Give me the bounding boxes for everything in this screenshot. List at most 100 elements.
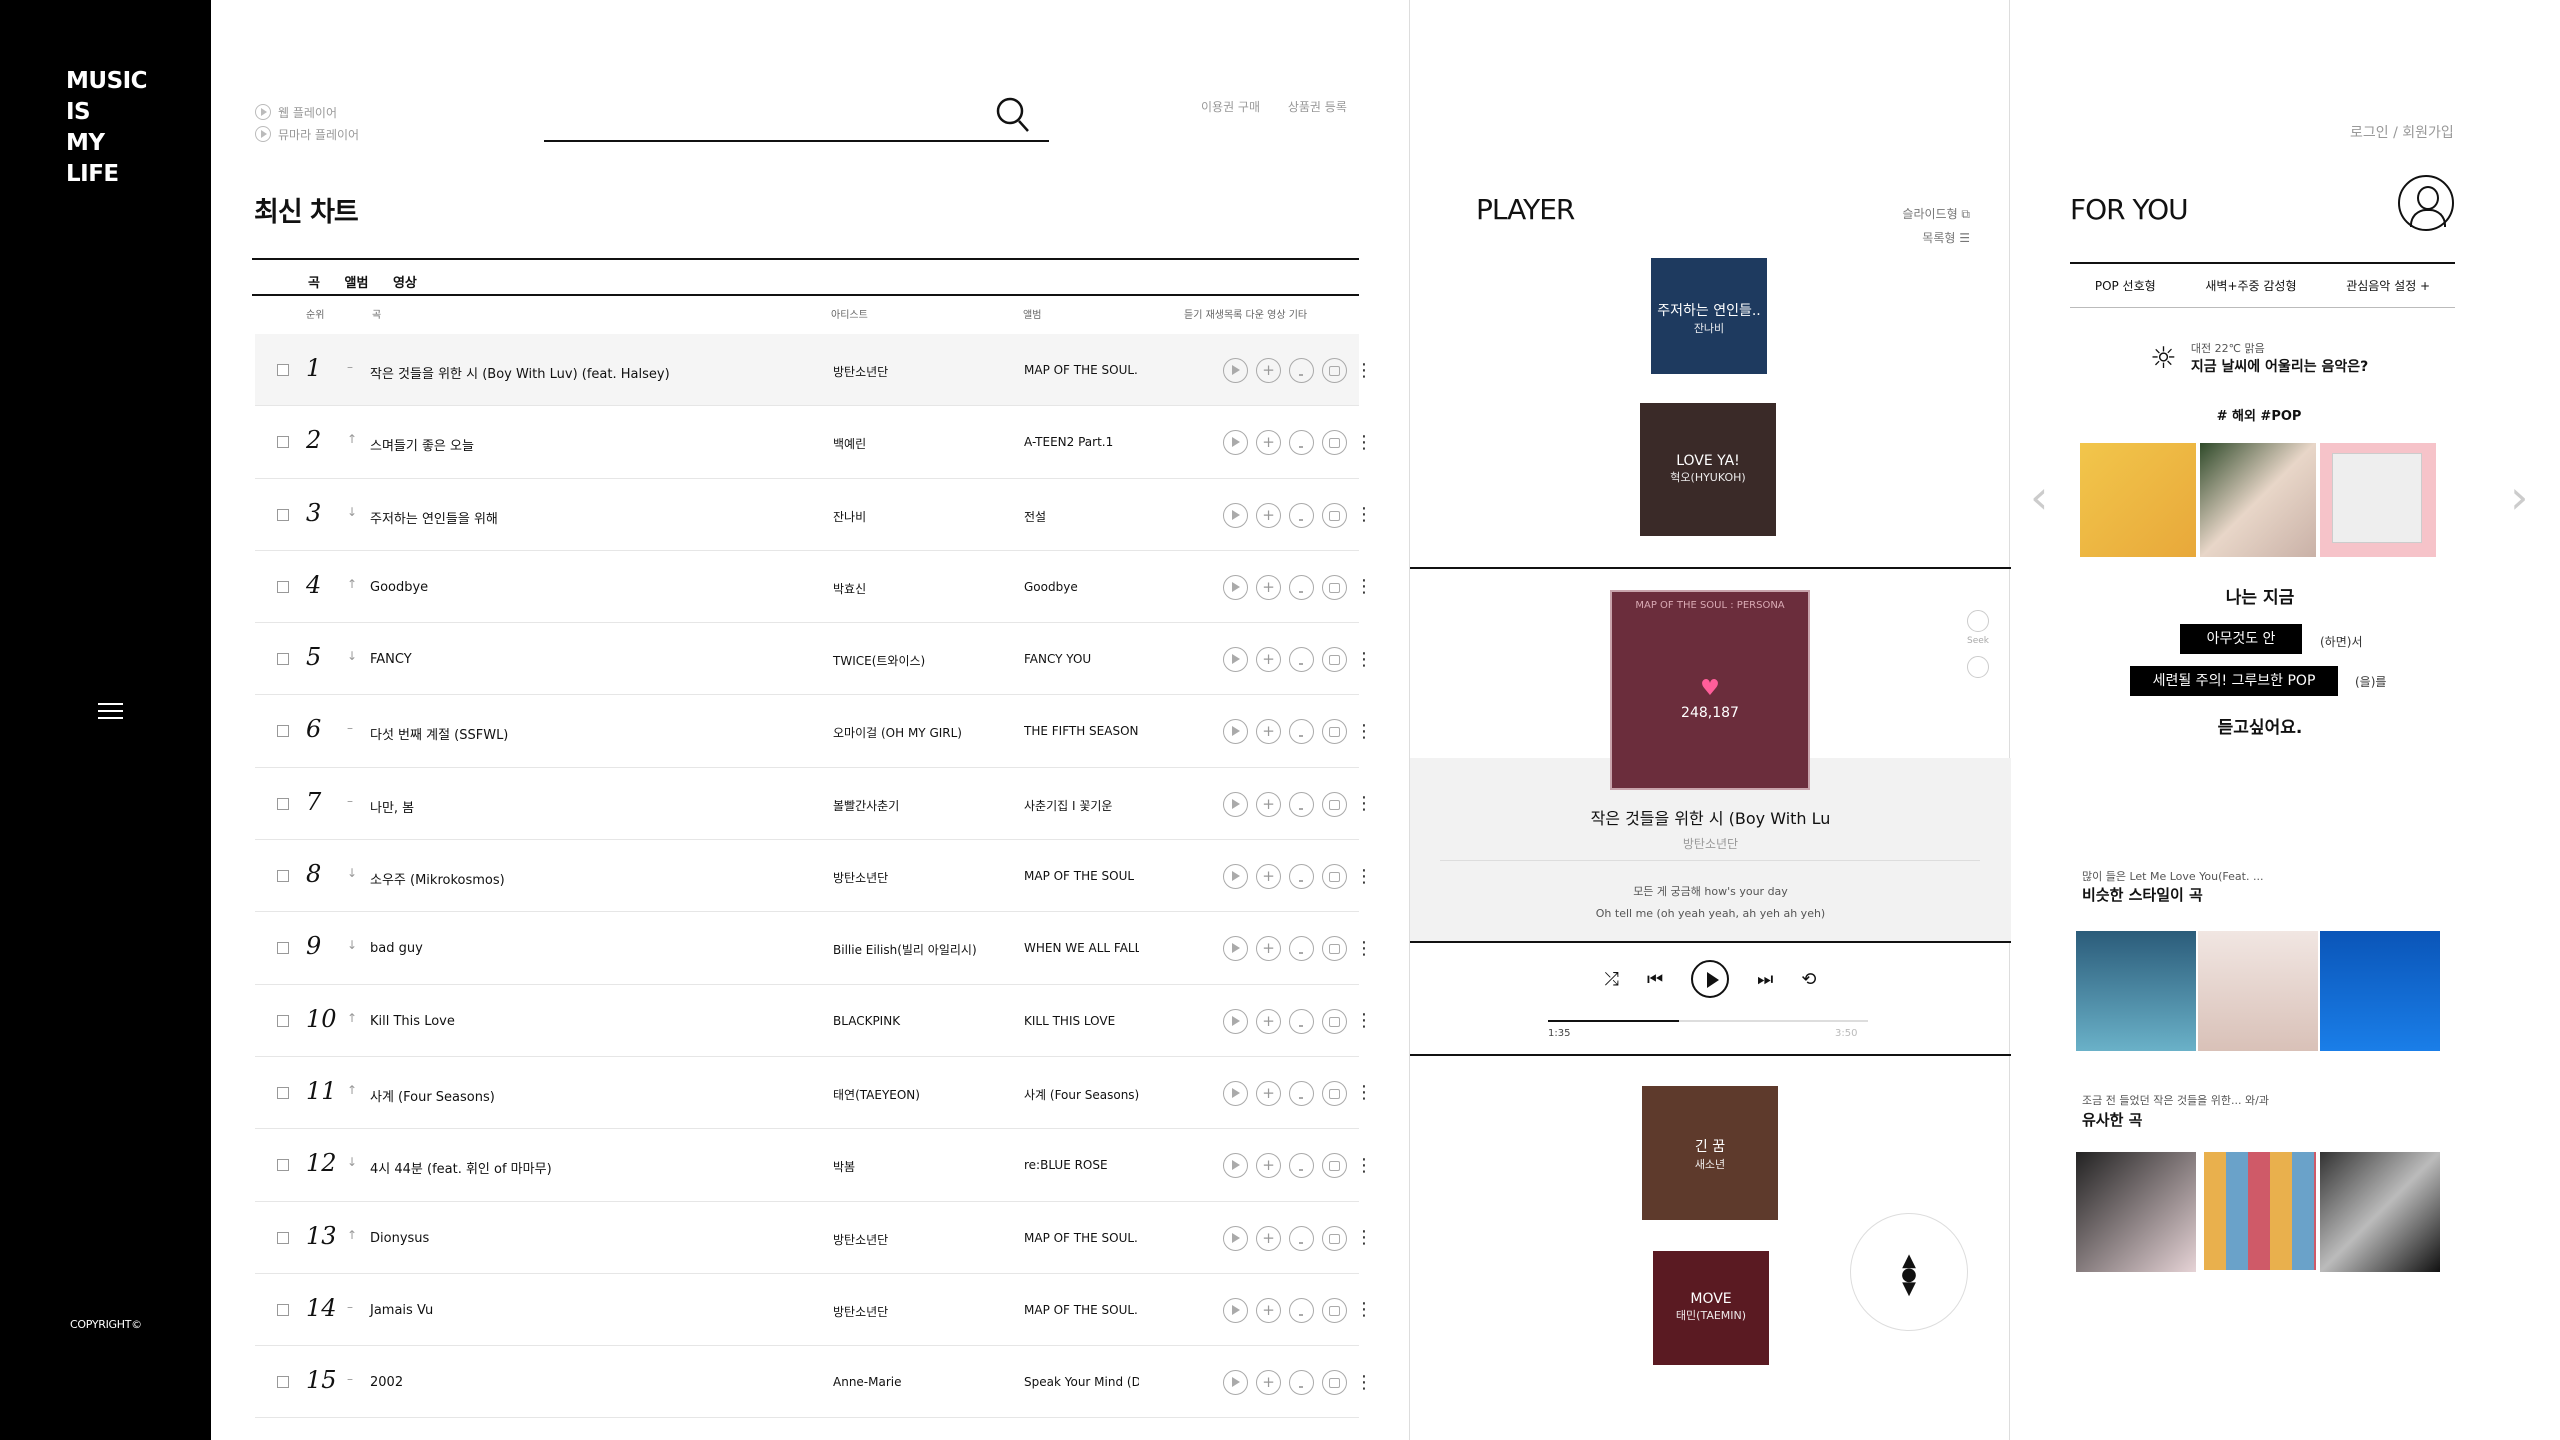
album-cover[interactable] xyxy=(2198,931,2318,1051)
table-row[interactable]: 12 ↓ 4시 44분 (feat. 휘인 of 마마무) 박봄 re:BLUE ROS… xyxy=(255,1129,1373,1202)
album-name[interactable]: THE FIFTH SEASON xyxy=(1024,724,1139,738)
table-row[interactable]: 8 ↓ 소우주 (Mikrokosmos) 방탄소년단 MAP OF THE SOUL … xyxy=(255,840,1373,913)
video-icon[interactable] xyxy=(1322,1153,1347,1179)
add-icon[interactable]: + xyxy=(1256,574,1281,600)
video-icon[interactable] xyxy=(1322,502,1347,528)
song-title[interactable]: 2002 xyxy=(370,1375,403,1390)
artist-name[interactable]: 태연(TAEYEON) xyxy=(833,1086,920,1103)
album-name[interactable]: FANCY YOU xyxy=(1024,652,1139,666)
row-checkbox[interactable] xyxy=(277,1086,289,1099)
add-icon[interactable]: + xyxy=(1256,1008,1281,1034)
previous-icon[interactable]: ⏮ xyxy=(1647,969,1663,990)
table-row[interactable]: 4 ↑ Goodbye 박효신 Goodbye + ⋮ xyxy=(255,551,1373,624)
tab-video[interactable]: 영상 xyxy=(393,276,417,291)
more-icon[interactable]: ⋮ xyxy=(1355,1155,1373,1176)
more-icon[interactable]: ⋮ xyxy=(1355,794,1373,814)
row-checkbox[interactable] xyxy=(277,508,289,521)
artist-name[interactable]: 볼빨간사춘기 xyxy=(833,797,899,814)
play-icon[interactable] xyxy=(1223,1080,1248,1106)
user-icon[interactable] xyxy=(2398,175,2454,231)
play-icon[interactable] xyxy=(1223,647,1248,673)
table-row[interactable]: 9 ↓ bad guy Billie Eilish(빌리 아일리시) WHEN WE A… xyxy=(255,912,1373,985)
video-icon[interactable] xyxy=(1322,719,1347,745)
artist-name[interactable]: BLACKPINK xyxy=(833,1014,900,1028)
table-row[interactable]: 6 – 다섯 번째 계절 (SSFWL) 오마이걸 (OH MY GIRL) THE F… xyxy=(255,695,1373,768)
more-icon[interactable]: ⋮ xyxy=(1355,721,1373,742)
search-icon[interactable] xyxy=(995,96,1031,134)
song-title[interactable]: Kill This Love xyxy=(370,1014,455,1029)
play-icon[interactable] xyxy=(1223,1153,1248,1179)
video-icon[interactable] xyxy=(1322,1297,1347,1323)
song-title[interactable]: 나만, 봄 xyxy=(370,797,414,816)
seek-control[interactable]: Seek xyxy=(1965,610,1991,682)
row-checkbox[interactable] xyxy=(277,942,289,955)
row-checkbox[interactable] xyxy=(277,1159,289,1172)
app-player-link[interactable]: 뮤마라 플레이어 xyxy=(255,123,359,145)
video-icon[interactable] xyxy=(1322,936,1347,962)
more-icon[interactable]: ⋮ xyxy=(1355,649,1373,670)
add-icon[interactable]: + xyxy=(1256,1153,1281,1179)
play-icon[interactable] xyxy=(1223,1297,1248,1323)
artist-name[interactable]: 방탄소년단 xyxy=(833,1231,888,1248)
album-name[interactable]: A-TEEN2 Part.1 xyxy=(1024,435,1139,449)
play-icon[interactable] xyxy=(1223,1225,1248,1251)
add-icon[interactable]: + xyxy=(1256,1225,1281,1251)
add-icon[interactable]: + xyxy=(1256,430,1281,456)
tab-album[interactable]: 앨범 xyxy=(345,276,369,291)
song-title[interactable]: 사계 (Four Seasons) xyxy=(370,1086,495,1105)
play-icon[interactable] xyxy=(1223,358,1248,383)
tab-dawn[interactable]: 새벽+주중 감성형 xyxy=(2205,277,2296,294)
album-cover[interactable] xyxy=(2320,1152,2440,1272)
queue-card[interactable]: 주저하는 연인들.. 잔나비 xyxy=(1651,258,1767,374)
add-icon[interactable]: + xyxy=(1256,936,1281,962)
add-icon[interactable]: + xyxy=(1256,1370,1281,1396)
album-name[interactable]: KILL THIS LOVE xyxy=(1024,1014,1139,1028)
row-checkbox[interactable] xyxy=(277,653,289,666)
web-player-link[interactable]: 웹 플레이어 xyxy=(255,101,359,123)
download-icon[interactable] xyxy=(1289,1297,1314,1323)
album-cover[interactable] xyxy=(2076,1152,2196,1272)
more-icon[interactable]: ⋮ xyxy=(1355,432,1373,453)
table-row[interactable]: 7– 나만, 봄 볼빨간사춘기 사춘기집 I 꽃기운 + ⋮ xyxy=(255,768,1373,841)
row-checkbox[interactable] xyxy=(277,725,289,738)
download-icon[interactable] xyxy=(1289,719,1314,745)
add-icon[interactable]: + xyxy=(1256,719,1281,745)
song-title[interactable]: Goodbye xyxy=(370,580,428,595)
video-icon[interactable] xyxy=(1322,791,1347,817)
download-icon[interactable] xyxy=(1289,791,1314,817)
view-list-option[interactable]: 목록형 ☰ xyxy=(1870,229,1970,253)
video-icon[interactable] xyxy=(1322,1008,1347,1034)
song-title[interactable]: Dionysus xyxy=(370,1231,429,1246)
scroll-updown-button[interactable]: ▲ ● ▼ xyxy=(1850,1213,1968,1331)
album-name[interactable]: MAP OF THE SOUL... xyxy=(1024,1231,1139,1245)
video-icon[interactable] xyxy=(1322,647,1347,673)
download-icon[interactable] xyxy=(1289,1080,1314,1106)
album-name[interactable]: 사계 (Four Seasons) xyxy=(1024,1086,1139,1103)
download-icon[interactable] xyxy=(1289,647,1314,673)
table-row[interactable]: 2 ↑ 스며들기 좋은 오늘 백예린 A-TEEN2 Part.1 + ⋮ xyxy=(255,406,1373,479)
row-checkbox[interactable] xyxy=(277,870,289,883)
artist-name[interactable]: 잔나비 xyxy=(833,508,866,525)
video-icon[interactable] xyxy=(1322,1370,1347,1396)
logo[interactable]: MUSIC IS MY LIFE xyxy=(66,66,206,190)
table-row[interactable]: 1 – 작은 것들을 위한 시 (Boy With Luv) (feat. Hals… xyxy=(255,334,1373,407)
download-icon[interactable] xyxy=(1289,502,1314,528)
table-row[interactable]: 10 ↑ Kill This Love BLACKPINK KILL THIS LOVE… xyxy=(255,985,1373,1057)
tab-interest[interactable]: 관심음악 설정 + xyxy=(2346,277,2430,294)
play-icon[interactable] xyxy=(1223,430,1248,456)
download-icon[interactable] xyxy=(1289,864,1314,890)
more-icon[interactable]: ⋮ xyxy=(1355,1011,1373,1031)
album-name[interactable]: WHEN WE ALL FALL... xyxy=(1024,941,1139,955)
play-icon[interactable] xyxy=(1223,1008,1248,1034)
album-cover[interactable] xyxy=(2076,931,2196,1051)
heart-icon[interactable]: ♥ xyxy=(1612,676,1808,701)
more-icon[interactable]: ⋮ xyxy=(1355,1300,1373,1320)
play-icon[interactable] xyxy=(1223,1370,1248,1396)
download-icon[interactable] xyxy=(1289,574,1314,600)
table-row[interactable]: 5 ↓ FANCY TWICE(트와이스) FANCY YOU + ⋮ xyxy=(255,623,1373,696)
play-icon[interactable] xyxy=(1223,574,1248,600)
album-cover[interactable] xyxy=(2320,931,2440,1051)
speed-circle-icon[interactable] xyxy=(1967,656,1989,678)
song-title[interactable]: 4시 44분 (feat. 휘인 of 마마무) xyxy=(370,1158,552,1177)
play-icon[interactable] xyxy=(1223,502,1248,528)
